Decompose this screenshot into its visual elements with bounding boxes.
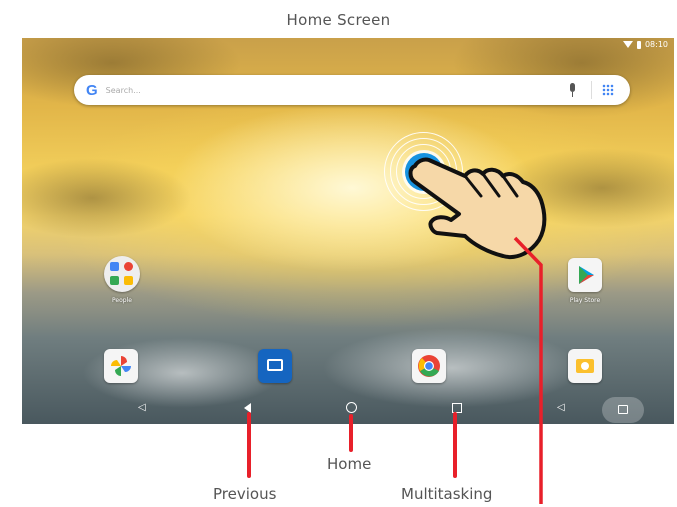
callout-previous: Previous [213,485,277,503]
callout-multitasking: Multitasking [401,485,493,503]
callout-line-touch [513,236,543,504]
callout-home: Home [327,455,372,473]
